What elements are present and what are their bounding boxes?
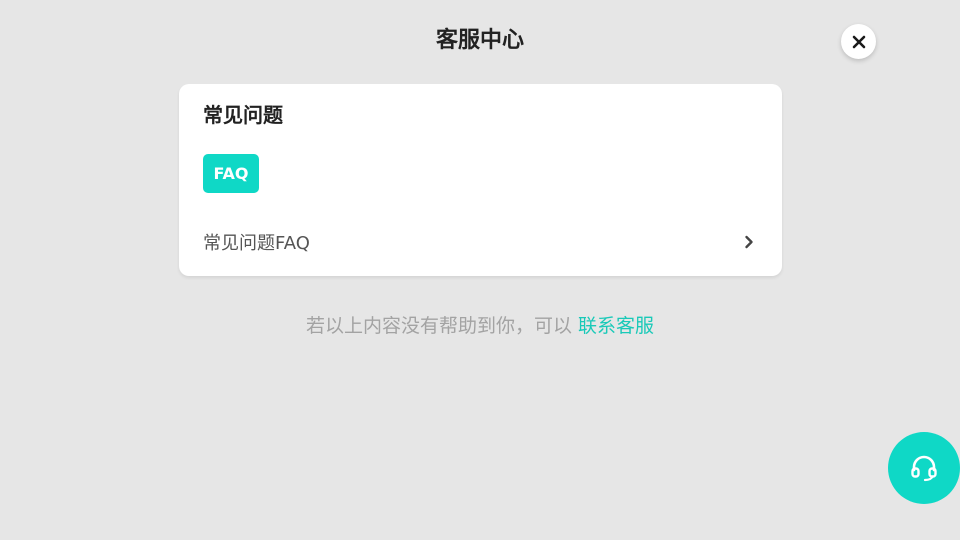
help-footer-note: 若以上内容没有帮助到你，可以 联系客服 [0, 313, 960, 339]
chevron-right-icon [745, 235, 753, 249]
headset-icon [911, 455, 937, 482]
faq-list-item-label: 常见问题FAQ [203, 233, 310, 254]
faq-section-title: 常见问题 [203, 103, 283, 127]
page-title: 客服中心 [435, 28, 524, 53]
faq-card: 常见问题 FAQ 常见问题FAQ [179, 84, 782, 276]
help-center-page: 客服中心 常见问题 FAQ 常见问题FAQ 若以上内容没有帮助到你，可以 联系客… [0, 0, 960, 540]
faq-list-item[interactable]: 常见问题FAQ [203, 226, 758, 258]
faq-tag-button[interactable]: FAQ [203, 154, 259, 193]
footer-note-text: 若以上内容没有帮助到你，可以 [305, 315, 579, 337]
close-button[interactable] [841, 24, 876, 59]
contact-support-link[interactable]: 联系客服 [578, 315, 654, 337]
customer-service-fab[interactable] [888, 432, 960, 504]
close-icon [852, 35, 865, 48]
